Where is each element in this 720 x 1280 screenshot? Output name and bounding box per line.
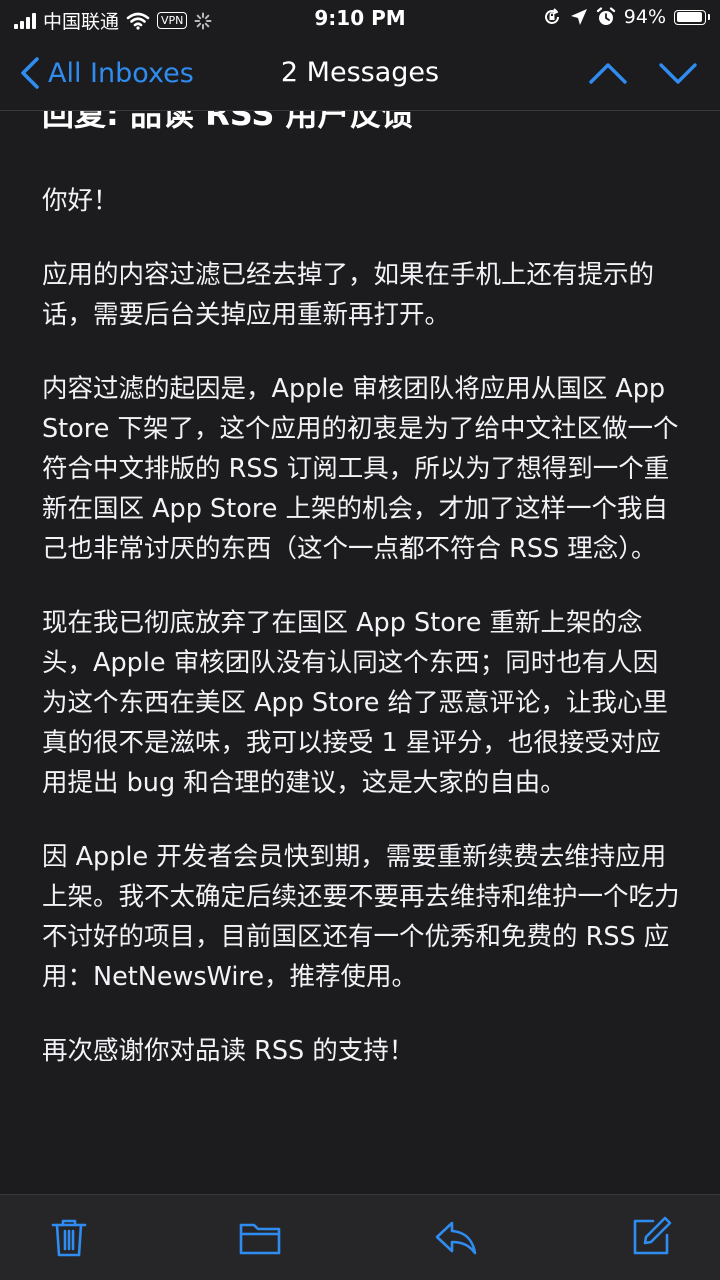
next-message-chevron-down-icon[interactable]: [658, 58, 698, 88]
bottom-toolbar: [0, 1194, 720, 1280]
email-body: 你好！ 应用的内容过滤已经去掉了，如果在手机上还有提示的话，需要后台关掉应用重新…: [42, 181, 682, 1105]
location-arrow-icon: [570, 9, 587, 25]
battery-percent: 94%: [623, 6, 666, 28]
status-bar: 中国联通 VPN 9:10 PM 94%: [0, 0, 720, 38]
battery-icon: [674, 9, 710, 25]
orientation-lock-icon: [544, 8, 559, 24]
body-paragraph: 内容过滤的起因是，Apple 审核团队将应用从国区 App Store 下架了，…: [42, 374, 679, 564]
trash-icon[interactable]: [47, 1215, 91, 1259]
body-paragraph: 现在我已彻底放弃了在国区 App Store 重新上架的念头，Apple 审核团…: [42, 608, 669, 798]
back-button-label: All Inboxes: [48, 57, 194, 89]
body-paragraph-closing: 再次感谢你对品读 RSS 的支持！: [42, 1036, 415, 1066]
previous-message-chevron-up-icon[interactable]: [588, 58, 628, 88]
back-button[interactable]: All Inboxes: [20, 56, 194, 90]
body-paragraph: 因 Apple 开发者会员快到期，需要重新续费去维持应用上架。我不太确定后续还要…: [42, 842, 680, 992]
body-paragraph-greeting: 你好！: [42, 186, 119, 216]
body-paragraph: 应用的内容过滤已经去掉了，如果在手机上还有提示的话，需要后台关掉应用重新再打开。: [42, 260, 655, 330]
email-subject: 回复: 品读 RSS 用户反馈: [42, 111, 414, 133]
compose-icon[interactable]: [629, 1215, 673, 1259]
alarm-icon: [596, 7, 615, 25]
status-right: 94%: [542, 6, 710, 28]
chevron-left-icon: [21, 57, 39, 89]
message-content[interactable]: 回复: 品读 RSS 用户反馈 你好！ 应用的内容过滤已经去掉了，如果在手机上还…: [0, 111, 720, 1194]
battery-fill: [676, 12, 702, 22]
mail-screen: 中国联通 VPN 9:10 PM 94% All Inboxes 2 Messa…: [0, 0, 720, 1280]
folder-icon[interactable]: [238, 1215, 282, 1259]
nav-bar: All Inboxes 2 Messages: [0, 38, 720, 111]
message-navigation: [588, 58, 698, 88]
reply-icon[interactable]: [434, 1215, 478, 1259]
